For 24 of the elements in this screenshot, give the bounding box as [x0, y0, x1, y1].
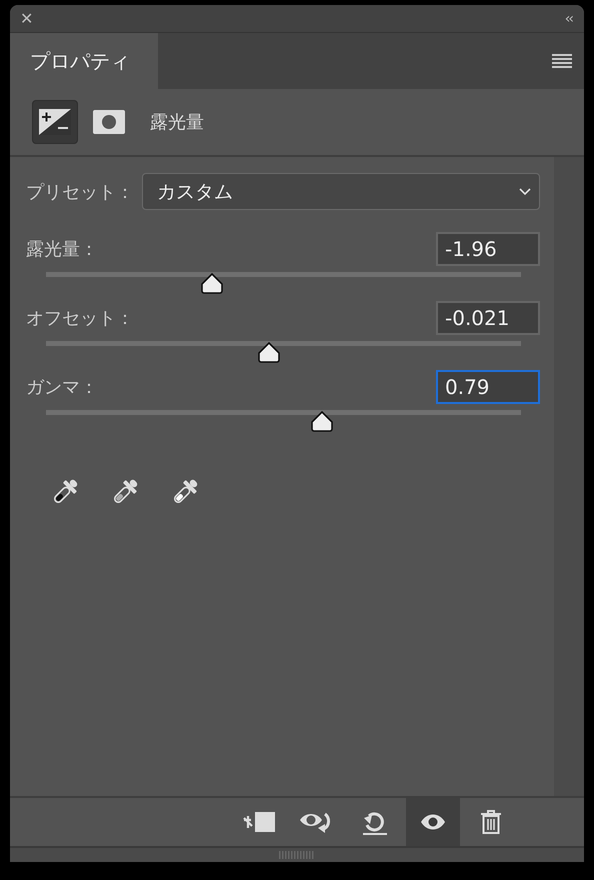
preset-label: プリセット：: [26, 180, 134, 204]
slider-thumb[interactable]: [200, 272, 224, 294]
resize-grip[interactable]: [279, 851, 315, 859]
slider-thumb[interactable]: [310, 410, 334, 432]
slider-thumb[interactable]: [257, 341, 282, 363]
value-field[interactable]: 0.79: [436, 370, 540, 404]
adjustment-title: 露光量: [150, 111, 204, 134]
scrollbar[interactable]: [554, 157, 584, 796]
value-field[interactable]: -0.021: [436, 301, 540, 335]
trash-icon: [480, 809, 502, 835]
value-field[interactable]: -1.96: [436, 232, 540, 266]
menu-icon[interactable]: [552, 54, 572, 68]
chevron-down-icon: [519, 188, 531, 196]
eye-icon: [420, 813, 446, 831]
exposure-view-button[interactable]: [32, 100, 78, 144]
visibility-button[interactable]: [406, 798, 460, 846]
close-button[interactable]: ✕: [20, 10, 34, 26]
slider-label: ガンマ：: [26, 376, 98, 399]
collapse-button[interactable]: ‹‹: [564, 12, 572, 26]
panel-tab[interactable]: プロパティ: [10, 33, 158, 89]
clip-square-icon: [241, 810, 277, 834]
slider-label: オフセット：: [26, 307, 134, 330]
preset-dropdown[interactable]: カスタム: [142, 173, 540, 210]
slider-label: 露光量：: [26, 238, 98, 261]
